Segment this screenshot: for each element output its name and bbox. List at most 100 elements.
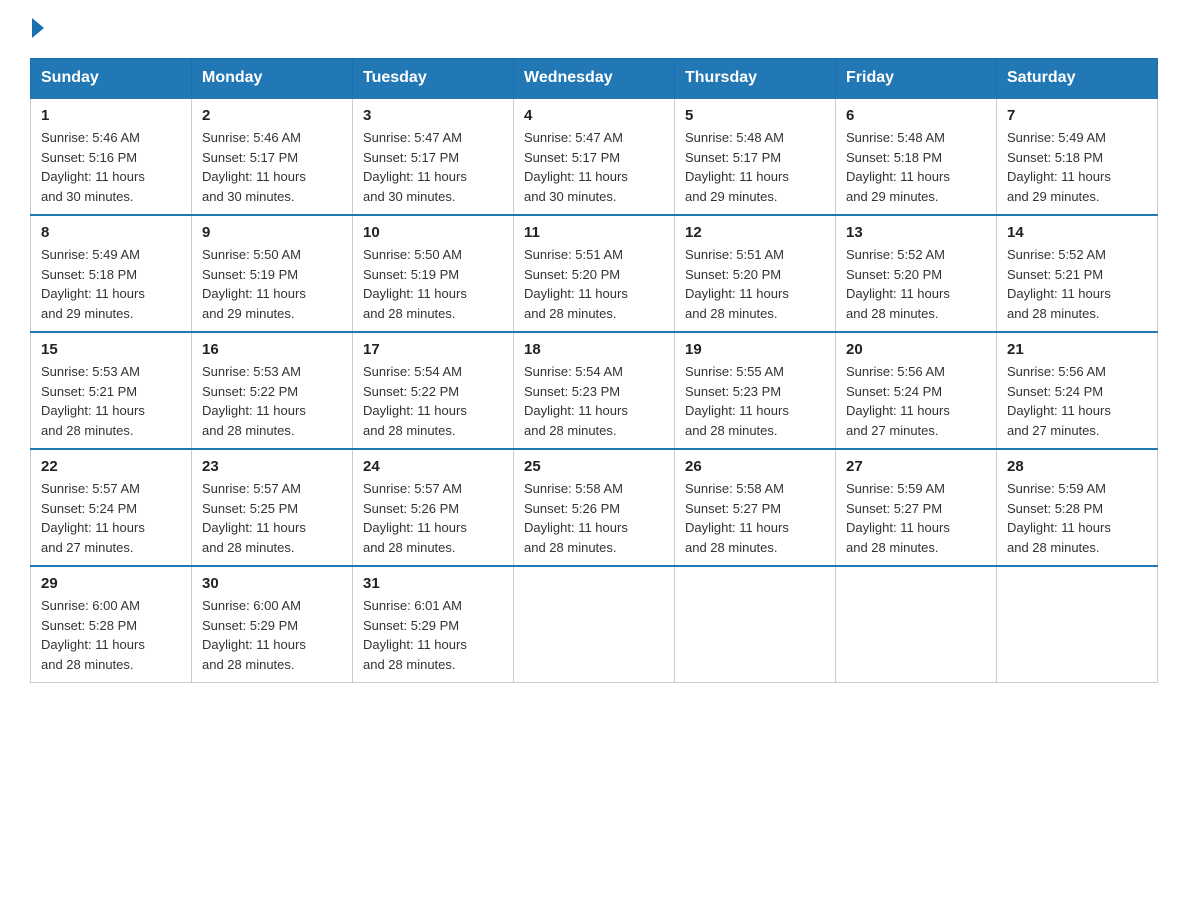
day-number: 16: [202, 341, 342, 358]
calendar-cell: 22 Sunrise: 5:57 AMSunset: 5:24 PMDaylig…: [31, 449, 192, 566]
day-number: 5: [685, 107, 825, 124]
day-number: 1: [41, 107, 181, 124]
day-info: Sunrise: 5:50 AMSunset: 5:19 PMDaylight:…: [202, 245, 342, 323]
calendar-cell: 11 Sunrise: 5:51 AMSunset: 5:20 PMDaylig…: [514, 215, 675, 332]
calendar-cell: 1 Sunrise: 5:46 AMSunset: 5:16 PMDayligh…: [31, 98, 192, 215]
day-number: 30: [202, 575, 342, 592]
day-number: 12: [685, 224, 825, 241]
calendar-cell: 20 Sunrise: 5:56 AMSunset: 5:24 PMDaylig…: [836, 332, 997, 449]
day-info: Sunrise: 5:51 AMSunset: 5:20 PMDaylight:…: [524, 245, 664, 323]
day-number: 3: [363, 107, 503, 124]
day-number: 8: [41, 224, 181, 241]
day-info: Sunrise: 5:56 AMSunset: 5:24 PMDaylight:…: [846, 362, 986, 440]
day-info: Sunrise: 5:48 AMSunset: 5:17 PMDaylight:…: [685, 128, 825, 206]
weekday-header-sunday: Sunday: [31, 59, 192, 99]
calendar-cell: 16 Sunrise: 5:53 AMSunset: 5:22 PMDaylig…: [192, 332, 353, 449]
logo-arrow-icon: [32, 18, 44, 38]
day-number: 28: [1007, 458, 1147, 475]
calendar-cell: 14 Sunrise: 5:52 AMSunset: 5:21 PMDaylig…: [997, 215, 1158, 332]
calendar-cell: 12 Sunrise: 5:51 AMSunset: 5:20 PMDaylig…: [675, 215, 836, 332]
calendar-header-row: SundayMondayTuesdayWednesdayThursdayFrid…: [31, 59, 1158, 99]
calendar-week-row: 1 Sunrise: 5:46 AMSunset: 5:16 PMDayligh…: [31, 98, 1158, 215]
day-number: 29: [41, 575, 181, 592]
day-info: Sunrise: 5:52 AMSunset: 5:21 PMDaylight:…: [1007, 245, 1147, 323]
calendar-cell: 19 Sunrise: 5:55 AMSunset: 5:23 PMDaylig…: [675, 332, 836, 449]
day-info: Sunrise: 5:54 AMSunset: 5:23 PMDaylight:…: [524, 362, 664, 440]
calendar-cell: 7 Sunrise: 5:49 AMSunset: 5:18 PMDayligh…: [997, 98, 1158, 215]
day-info: Sunrise: 5:49 AMSunset: 5:18 PMDaylight:…: [1007, 128, 1147, 206]
day-number: 17: [363, 341, 503, 358]
day-number: 15: [41, 341, 181, 358]
day-info: Sunrise: 5:58 AMSunset: 5:26 PMDaylight:…: [524, 479, 664, 557]
day-number: 19: [685, 341, 825, 358]
weekday-header-tuesday: Tuesday: [353, 59, 514, 99]
calendar-cell: 24 Sunrise: 5:57 AMSunset: 5:26 PMDaylig…: [353, 449, 514, 566]
day-info: Sunrise: 6:01 AMSunset: 5:29 PMDaylight:…: [363, 596, 503, 674]
day-info: Sunrise: 5:53 AMSunset: 5:21 PMDaylight:…: [41, 362, 181, 440]
calendar-cell: 3 Sunrise: 5:47 AMSunset: 5:17 PMDayligh…: [353, 98, 514, 215]
day-number: 14: [1007, 224, 1147, 241]
calendar-week-row: 15 Sunrise: 5:53 AMSunset: 5:21 PMDaylig…: [31, 332, 1158, 449]
day-number: 25: [524, 458, 664, 475]
day-number: 2: [202, 107, 342, 124]
day-info: Sunrise: 5:46 AMSunset: 5:17 PMDaylight:…: [202, 128, 342, 206]
weekday-header-saturday: Saturday: [997, 59, 1158, 99]
calendar-cell: 8 Sunrise: 5:49 AMSunset: 5:18 PMDayligh…: [31, 215, 192, 332]
day-info: Sunrise: 5:55 AMSunset: 5:23 PMDaylight:…: [685, 362, 825, 440]
logo: [30, 20, 44, 38]
calendar-cell: 25 Sunrise: 5:58 AMSunset: 5:26 PMDaylig…: [514, 449, 675, 566]
day-info: Sunrise: 5:50 AMSunset: 5:19 PMDaylight:…: [363, 245, 503, 323]
day-info: Sunrise: 5:53 AMSunset: 5:22 PMDaylight:…: [202, 362, 342, 440]
calendar-cell: 28 Sunrise: 5:59 AMSunset: 5:28 PMDaylig…: [997, 449, 1158, 566]
day-number: 7: [1007, 107, 1147, 124]
day-number: 21: [1007, 341, 1147, 358]
day-info: Sunrise: 5:49 AMSunset: 5:18 PMDaylight:…: [41, 245, 181, 323]
day-number: 24: [363, 458, 503, 475]
calendar-cell: 17 Sunrise: 5:54 AMSunset: 5:22 PMDaylig…: [353, 332, 514, 449]
day-info: Sunrise: 5:58 AMSunset: 5:27 PMDaylight:…: [685, 479, 825, 557]
calendar-cell: 18 Sunrise: 5:54 AMSunset: 5:23 PMDaylig…: [514, 332, 675, 449]
calendar-cell: 5 Sunrise: 5:48 AMSunset: 5:17 PMDayligh…: [675, 98, 836, 215]
calendar-cell: 27 Sunrise: 5:59 AMSunset: 5:27 PMDaylig…: [836, 449, 997, 566]
day-info: Sunrise: 5:48 AMSunset: 5:18 PMDaylight:…: [846, 128, 986, 206]
day-info: Sunrise: 5:54 AMSunset: 5:22 PMDaylight:…: [363, 362, 503, 440]
day-info: Sunrise: 5:57 AMSunset: 5:26 PMDaylight:…: [363, 479, 503, 557]
calendar-cell: 29 Sunrise: 6:00 AMSunset: 5:28 PMDaylig…: [31, 566, 192, 683]
day-info: Sunrise: 6:00 AMSunset: 5:28 PMDaylight:…: [41, 596, 181, 674]
day-number: 9: [202, 224, 342, 241]
calendar-cell: 13 Sunrise: 5:52 AMSunset: 5:20 PMDaylig…: [836, 215, 997, 332]
weekday-header-monday: Monday: [192, 59, 353, 99]
day-info: Sunrise: 5:51 AMSunset: 5:20 PMDaylight:…: [685, 245, 825, 323]
calendar-cell: 9 Sunrise: 5:50 AMSunset: 5:19 PMDayligh…: [192, 215, 353, 332]
day-number: 20: [846, 341, 986, 358]
calendar-table: SundayMondayTuesdayWednesdayThursdayFrid…: [30, 58, 1158, 683]
day-info: Sunrise: 5:57 AMSunset: 5:25 PMDaylight:…: [202, 479, 342, 557]
day-info: Sunrise: 5:56 AMSunset: 5:24 PMDaylight:…: [1007, 362, 1147, 440]
day-number: 4: [524, 107, 664, 124]
day-number: 23: [202, 458, 342, 475]
calendar-cell: 6 Sunrise: 5:48 AMSunset: 5:18 PMDayligh…: [836, 98, 997, 215]
day-number: 6: [846, 107, 986, 124]
weekday-header-friday: Friday: [836, 59, 997, 99]
day-info: Sunrise: 5:46 AMSunset: 5:16 PMDaylight:…: [41, 128, 181, 206]
calendar-cell: 21 Sunrise: 5:56 AMSunset: 5:24 PMDaylig…: [997, 332, 1158, 449]
calendar-cell: [836, 566, 997, 683]
day-info: Sunrise: 5:47 AMSunset: 5:17 PMDaylight:…: [524, 128, 664, 206]
calendar-cell: 31 Sunrise: 6:01 AMSunset: 5:29 PMDaylig…: [353, 566, 514, 683]
page-header: [30, 20, 1158, 38]
calendar-cell: 23 Sunrise: 5:57 AMSunset: 5:25 PMDaylig…: [192, 449, 353, 566]
day-number: 22: [41, 458, 181, 475]
calendar-cell: [514, 566, 675, 683]
calendar-week-row: 29 Sunrise: 6:00 AMSunset: 5:28 PMDaylig…: [31, 566, 1158, 683]
calendar-cell: 15 Sunrise: 5:53 AMSunset: 5:21 PMDaylig…: [31, 332, 192, 449]
day-info: Sunrise: 5:47 AMSunset: 5:17 PMDaylight:…: [363, 128, 503, 206]
calendar-cell: 2 Sunrise: 5:46 AMSunset: 5:17 PMDayligh…: [192, 98, 353, 215]
calendar-cell: 30 Sunrise: 6:00 AMSunset: 5:29 PMDaylig…: [192, 566, 353, 683]
day-number: 27: [846, 458, 986, 475]
day-number: 18: [524, 341, 664, 358]
day-number: 11: [524, 224, 664, 241]
calendar-cell: 26 Sunrise: 5:58 AMSunset: 5:27 PMDaylig…: [675, 449, 836, 566]
weekday-header-wednesday: Wednesday: [514, 59, 675, 99]
calendar-week-row: 22 Sunrise: 5:57 AMSunset: 5:24 PMDaylig…: [31, 449, 1158, 566]
day-info: Sunrise: 5:59 AMSunset: 5:27 PMDaylight:…: [846, 479, 986, 557]
